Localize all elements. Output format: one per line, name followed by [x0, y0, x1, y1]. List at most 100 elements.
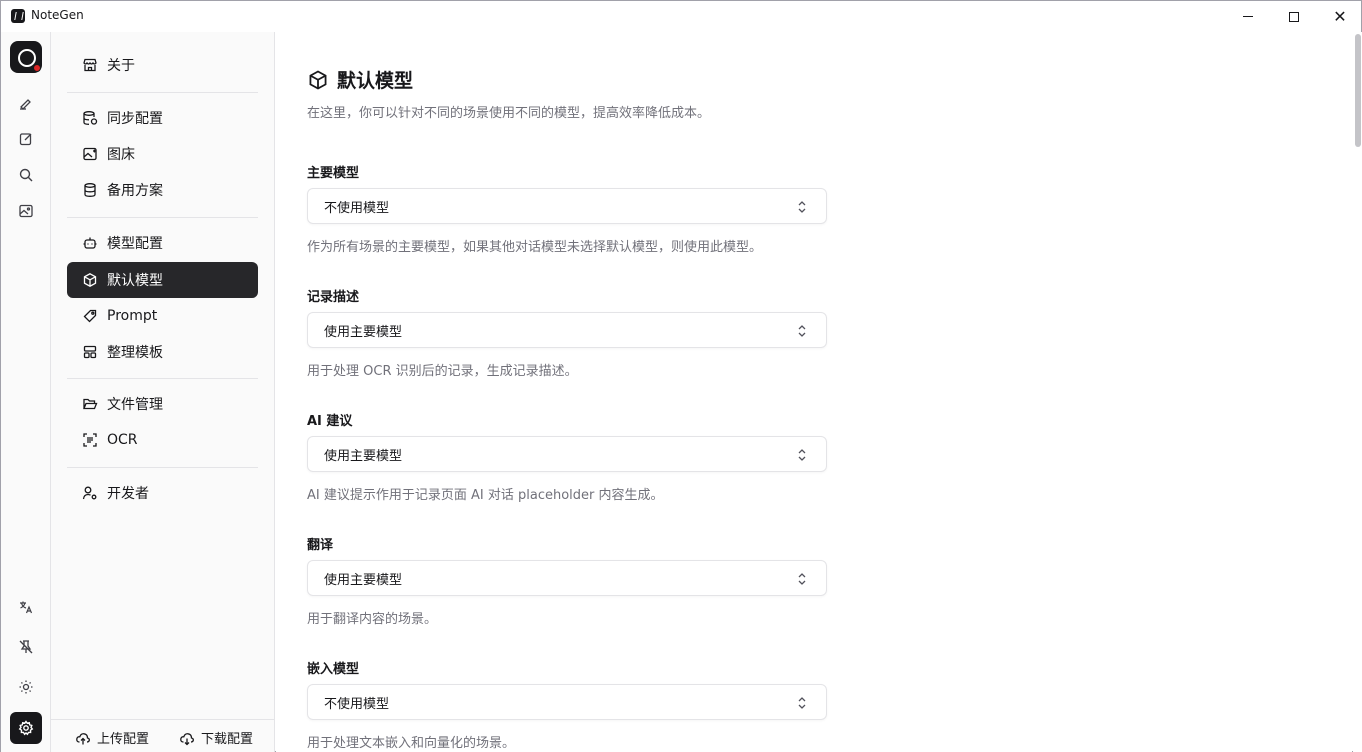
- chevrons-up-down-icon: [798, 573, 806, 585]
- section-label: AI 建议: [307, 414, 353, 429]
- main-model-select[interactable]: 不使用模型: [307, 188, 827, 224]
- minimize-icon: [1243, 16, 1253, 17]
- ai-suggest-select[interactable]: 使用主要模型: [307, 436, 827, 472]
- sidebar-item-label: Prompt: [107, 308, 158, 324]
- chevrons-up-down-icon: [798, 325, 806, 337]
- sidebar-item-label: 图床: [107, 147, 135, 163]
- title-bar: NoteGen ✕: [1, 1, 1361, 32]
- database-sync-icon: [82, 110, 98, 126]
- download-config-label: 下载配置: [201, 732, 254, 747]
- pen-icon[interactable]: [11, 88, 41, 118]
- ai-suggest-section: AI 建议 使用主要模型 AI 建议提示作用于记录页面 AI 对话 placeh…: [307, 410, 827, 503]
- sidebar-item-label: 同步配置: [107, 111, 163, 127]
- chevrons-up-down-icon: [798, 697, 806, 709]
- sidebar-footer: 上传配置 下载配置: [51, 719, 275, 752]
- embedding-select[interactable]: 不使用模型: [307, 684, 827, 720]
- select-value: 使用主要模型: [324, 324, 403, 340]
- settings-sidebar: 关于 同步配置 图床 备用方案 模型配置 默认模型 Prompt 整理模板 文件…: [51, 32, 275, 752]
- section-help: AI 建议提示作用于记录页面 AI 对话 placeholder 内容生成。: [307, 488, 664, 503]
- sidebar-item-template[interactable]: 整理模板: [67, 334, 258, 370]
- sidebar-item-prompt[interactable]: Prompt: [67, 298, 258, 334]
- search-icon[interactable]: [11, 160, 41, 190]
- select-value: 不使用模型: [324, 200, 390, 216]
- sidebar-item-about[interactable]: 关于: [67, 47, 258, 83]
- window-title: NoteGen: [31, 8, 84, 22]
- tag-icon: [82, 308, 98, 324]
- notification-badge: [33, 64, 41, 72]
- maximize-button[interactable]: [1271, 1, 1317, 32]
- select-value: 不使用模型: [324, 696, 390, 712]
- settings-icon[interactable]: [10, 712, 42, 744]
- section-label: 记录描述: [307, 290, 360, 305]
- sidebar-item-label: 模型配置: [107, 236, 163, 252]
- maximize-icon: [1289, 11, 1299, 22]
- main-model-section: 主要模型 不使用模型 作为所有场景的主要模型，如果其他对话模型未选择默认模型，则…: [307, 162, 827, 255]
- folder-open-icon: [82, 396, 98, 412]
- close-icon: ✕: [1333, 6, 1347, 26]
- bot-icon: [82, 235, 98, 251]
- scrollbar[interactable]: [1353, 32, 1362, 752]
- translate-select[interactable]: 使用主要模型: [307, 560, 827, 596]
- chevrons-up-down-icon: [798, 449, 806, 461]
- translate-icon[interactable]: [11, 592, 41, 622]
- image-icon[interactable]: [11, 196, 41, 226]
- sidebar-item-file-manage[interactable]: 文件管理: [67, 386, 258, 422]
- section-help: 用于处理文本嵌入和向量化的场景。: [307, 736, 516, 751]
- account-icon[interactable]: [10, 41, 42, 73]
- cloud-upload-icon: [75, 730, 91, 746]
- pin-off-icon[interactable]: [11, 632, 41, 662]
- cloud-download-icon: [179, 730, 195, 746]
- divider: [67, 217, 258, 218]
- app-window: NoteGen ✕ 关于 同步配置 图床 备用方案 模型配置 默认模型 Prom…: [0, 0, 1362, 752]
- section-label: 嵌入模型: [307, 662, 360, 677]
- scrollbar-thumb[interactable]: [1355, 34, 1361, 147]
- upload-config-label: 上传配置: [97, 732, 150, 747]
- sidebar-item-default-model[interactable]: 默认模型: [67, 262, 258, 298]
- page-header: 默认模型: [307, 66, 413, 93]
- box-icon: [82, 272, 98, 288]
- sidebar-item-label: 文件管理: [107, 397, 163, 413]
- sidebar-item-sync[interactable]: 同步配置: [67, 100, 258, 136]
- box-icon: [309, 69, 327, 90]
- app-logo-icon: [11, 9, 25, 23]
- sidebar-item-model-config[interactable]: 模型配置: [67, 225, 258, 261]
- user-cog-icon: [82, 485, 98, 501]
- translate-section: 翻译 使用主要模型 用于翻译内容的场景。: [307, 534, 827, 627]
- divider: [67, 92, 258, 93]
- sun-icon[interactable]: [11, 672, 41, 702]
- page-description: 在这里，你可以针对不同的场景使用不同的模型，提高效率降低成本。: [307, 106, 711, 121]
- edit-icon[interactable]: [11, 124, 41, 154]
- download-config-button[interactable]: 下载配置: [179, 728, 253, 747]
- sidebar-item-image-host[interactable]: 图床: [67, 136, 258, 172]
- sidebar-item-label: 整理模板: [107, 345, 163, 361]
- page-title: 默认模型: [337, 70, 414, 92]
- image-plus-icon: [82, 146, 98, 162]
- section-label: 主要模型: [307, 166, 360, 181]
- sidebar-item-label: OCR: [107, 432, 138, 448]
- record-description-select[interactable]: 使用主要模型: [307, 312, 827, 348]
- sidebar-item-backup[interactable]: 备用方案: [67, 172, 258, 208]
- main-content: 默认模型 在这里，你可以针对不同的场景使用不同的模型，提高效率降低成本。 主要模…: [276, 32, 1352, 752]
- sidebar-item-label: 开发者: [107, 486, 149, 502]
- embedding-section: 嵌入模型 不使用模型 用于处理文本嵌入和向量化的场景。: [307, 658, 827, 751]
- chevrons-up-down-icon: [798, 201, 806, 213]
- scan-text-icon: [82, 432, 98, 448]
- minimize-button[interactable]: [1225, 1, 1271, 32]
- close-button[interactable]: ✕: [1317, 1, 1362, 32]
- section-label: 翻译: [307, 538, 334, 553]
- section-help: 用于处理 OCR 识别后的记录，生成记录描述。: [307, 364, 578, 379]
- app-rail: [1, 32, 51, 752]
- store-icon: [82, 57, 98, 73]
- divider: [67, 467, 258, 468]
- sidebar-item-label: 关于: [107, 58, 135, 74]
- select-value: 使用主要模型: [324, 448, 403, 464]
- sidebar-item-ocr[interactable]: OCR: [67, 422, 258, 458]
- divider: [67, 378, 258, 379]
- sidebar-item-developer[interactable]: 开发者: [67, 475, 258, 511]
- database-icon: [82, 182, 98, 198]
- sidebar-item-label: 备用方案: [107, 183, 163, 199]
- record-description-section: 记录描述 使用主要模型 用于处理 OCR 识别后的记录，生成记录描述。: [307, 286, 827, 379]
- section-help: 作为所有场景的主要模型，如果其他对话模型未选择默认模型，则使用此模型。: [307, 240, 763, 255]
- select-value: 使用主要模型: [324, 572, 403, 588]
- upload-config-button[interactable]: 上传配置: [75, 728, 149, 747]
